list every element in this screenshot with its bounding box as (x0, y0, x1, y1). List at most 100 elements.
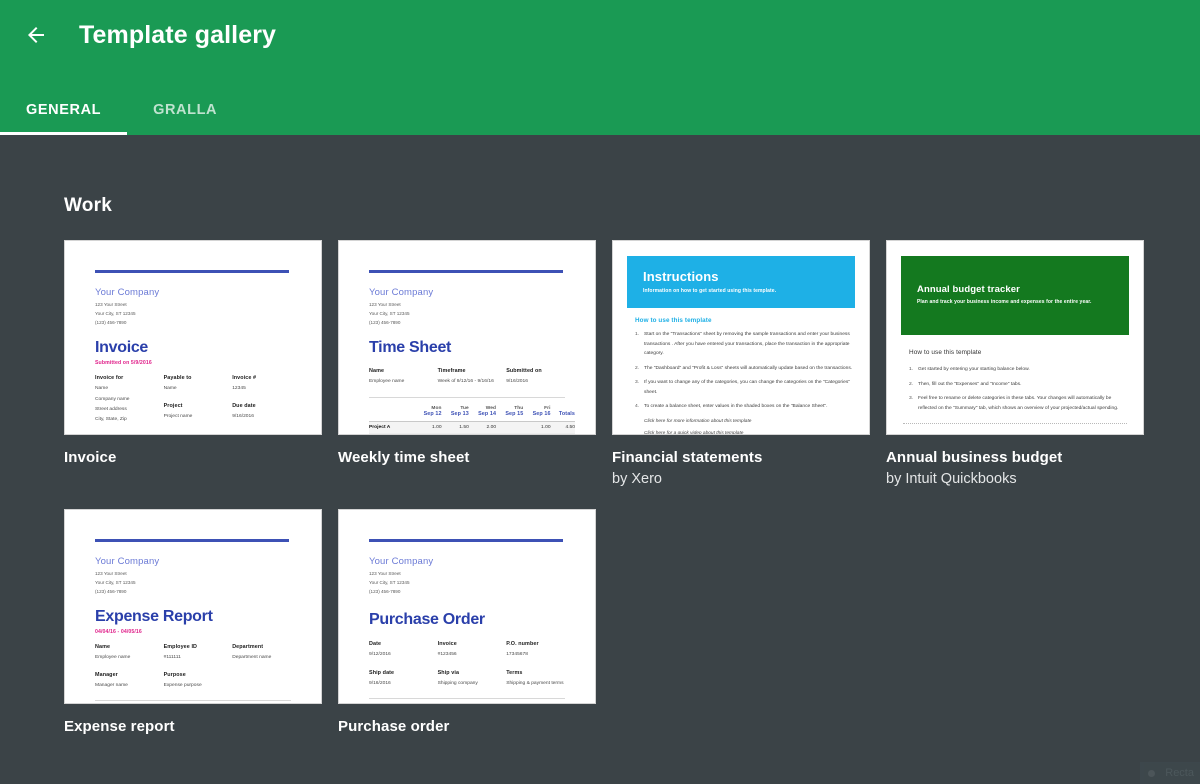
doc-divider (95, 700, 291, 702)
doc-field: Invoice #123456 (438, 641, 507, 661)
table-cell (496, 421, 524, 434)
doc-field: Department Department name (232, 644, 301, 664)
template-card-label: Expense report (64, 718, 175, 735)
doc-address-line: 123 Your Street (95, 571, 127, 576)
table-column-header: Thu Sep 15 (496, 405, 524, 422)
instructions-list: 1. Get started by entering your starting … (909, 365, 1127, 413)
instructions-list: 1. Start on the "Transactions" sheet by r… (635, 330, 853, 412)
doc-address-line: Your City, ST 12345 (369, 579, 410, 585)
section-title-work: Work (64, 195, 112, 216)
doc-field-row: Date 9/12/2016 Invoice #123456 P.O. numb… (369, 641, 575, 661)
table-column-date: Sep 12 (423, 410, 442, 417)
doc-address-line: Your City, ST 12345 (369, 310, 410, 316)
app-header: Template gallery GENERAL GRALLA (0, 0, 1200, 135)
doc-address: 123 Your Street Your City, ST 12345 (123… (95, 301, 301, 328)
doc-field-value: 9/12/2016 (369, 652, 391, 658)
template-card-label: Invoice (64, 449, 117, 466)
doc-field-label: Invoice # (232, 374, 257, 381)
list-item-text: Get started by entering your starting ba… (918, 367, 1030, 372)
table-column-header: Tue Sep 13 (441, 405, 469, 422)
screen-capture-overlay[interactable]: Recta (1140, 762, 1200, 784)
timesheet-table: Mon Sep 12 Tue Sep 13 Wed Sep 14 Thu Sep… (369, 405, 575, 434)
doc-company: Your Company (95, 287, 160, 298)
tab-gralla[interactable]: GRALLA (127, 85, 243, 135)
expense-report-document-preview: Your Company 123 Your Street Your City, … (65, 510, 321, 703)
tab-bar: GENERAL GRALLA (0, 85, 243, 135)
doc-address-line: 123 Your Street (95, 302, 127, 307)
doc-field-label: Due date (232, 402, 256, 409)
instructions-body: How to use this template 1. Start on the … (613, 317, 869, 434)
tab-general[interactable]: GENERAL (0, 85, 128, 135)
template-gallery: Work Your Company 123 Your Street Your C… (0, 135, 1200, 784)
doc-field: Purpose Expense purpose (164, 672, 233, 692)
timesheet-document-preview: Your Company 123 Your Street Your City, … (339, 241, 595, 434)
list-item: 1. Get started by entering your starting … (909, 365, 1127, 375)
app-header-top: Template gallery (0, 0, 1200, 70)
doc-field-label: Manager (95, 671, 118, 678)
template-thumbnail[interactable]: Instructions Information on how to get s… (612, 240, 870, 435)
list-item-number: 1. (909, 367, 914, 372)
doc-title: Time Sheet (369, 338, 452, 356)
doc-divider (95, 434, 291, 435)
template-thumbnail[interactable]: Your Company 123 Your Street Your City, … (338, 509, 596, 704)
doc-divider (903, 423, 1127, 425)
table-column-date: Sep 13 (450, 410, 469, 417)
page-title: Template gallery (79, 20, 277, 49)
template-thumbnail[interactable]: Annual budget tracker Plan and track you… (886, 240, 1144, 435)
back-button[interactable] (14, 13, 58, 57)
template-card-label: Weekly time sheet (338, 449, 470, 466)
doc-field-label: Project (163, 402, 183, 409)
doc-field-row: Name Employee name Timeframe Week of 9/1… (369, 368, 575, 388)
template-thumbnail[interactable]: Your Company 123 Your Street Your City, … (64, 509, 322, 704)
purchase-order-document-preview: Your Company 123 Your Street Your City, … (339, 510, 595, 703)
doc-address-line: Your City, ST 12345 (95, 310, 136, 316)
instructions-heading: How to use this template (635, 317, 712, 324)
doc-field-value: Name (163, 386, 177, 392)
doc-company: Your Company (369, 556, 434, 567)
table-cell (468, 433, 497, 434)
table-column-header: Totals (550, 405, 575, 422)
doc-address-line: 123 Your Street (369, 571, 401, 576)
doc-field: Employee ID #111111 (164, 644, 233, 664)
list-item-text: Then, fill out the "Expenses" and "Incom… (918, 381, 1022, 387)
doc-field-value: Employee name (369, 379, 405, 385)
doc-field-value: Expense purpose (163, 682, 202, 688)
doc-company: Your Company (369, 287, 434, 298)
template-card-expense-report[interactable]: Your Company 123 Your Street Your City, … (64, 509, 322, 735)
doc-field-value: Manager name (95, 682, 128, 688)
template-thumbnail[interactable]: Your Company 123 Your Street Your City, … (64, 240, 322, 435)
table-cell: 1.00 (414, 421, 442, 434)
template-thumbnail[interactable]: Your Company 123 Your Street Your City, … (338, 240, 596, 435)
doc-field: Name Employee name (369, 368, 438, 388)
doc-divider (369, 396, 565, 398)
doc-field-label: Payable to (163, 374, 192, 381)
table-cell: 2.00 (468, 421, 497, 434)
doc-address-line: (123) 456-7890 (369, 588, 401, 594)
template-card-financial-statements[interactable]: Instructions Information on how to get s… (612, 240, 870, 487)
doc-field: P.O. number 17345678 (506, 641, 575, 661)
doc-field-value: #123456 (437, 652, 457, 658)
list-item-text: If you want to change any of the categor… (644, 380, 851, 395)
doc-title: Expense Report (95, 607, 213, 625)
doc-field: Timeframe Week of 9/12/16 - 9/16/16 (438, 368, 507, 388)
list-item: 2. Then, fill out the "Expenses" and "Inc… (909, 380, 1127, 390)
template-card-annual-business-budget[interactable]: Annual budget tracker Plan and track you… (886, 240, 1144, 487)
doc-field-label: Date (369, 640, 382, 647)
doc-address: 123 Your Street Your City, ST 12345 (123… (369, 301, 575, 328)
instructions-banner: Instructions Information on how to get s… (627, 256, 855, 308)
doc-field-label: Invoice (437, 640, 457, 647)
doc-address-line: Your City, ST 12345 (95, 579, 136, 585)
doc-field: Invoice for Name Company name Street addre… (95, 375, 164, 426)
template-card-weekly-time-sheet[interactable]: Your Company 123 Your Street Your City, … (338, 240, 596, 487)
template-card-label: Purchase order (338, 718, 450, 735)
list-item-text: Start on the "Transactions" sheet by rem… (644, 332, 850, 357)
template-card-invoice[interactable]: Your Company 123 Your Street Your City, … (64, 240, 322, 487)
template-card-purchase-order[interactable]: Your Company 123 Your Street Your City, … (338, 509, 596, 735)
table-header-row: Mon Sep 12 Tue Sep 13 Wed Sep 14 Thu Sep… (369, 405, 575, 422)
doc-field-value: 9/16/2016 (506, 379, 528, 385)
overlay-label: Recta (1165, 767, 1194, 779)
banner-subtitle: Plan and track your business income and … (917, 299, 1092, 305)
doc-field-row: Ship date 9/16/2016 Ship via Shipping co… (369, 670, 575, 690)
doc-subtitle: Submitted on 5/9/2016 (95, 359, 152, 366)
doc-field-value: Shipping & payment terms (506, 680, 564, 686)
